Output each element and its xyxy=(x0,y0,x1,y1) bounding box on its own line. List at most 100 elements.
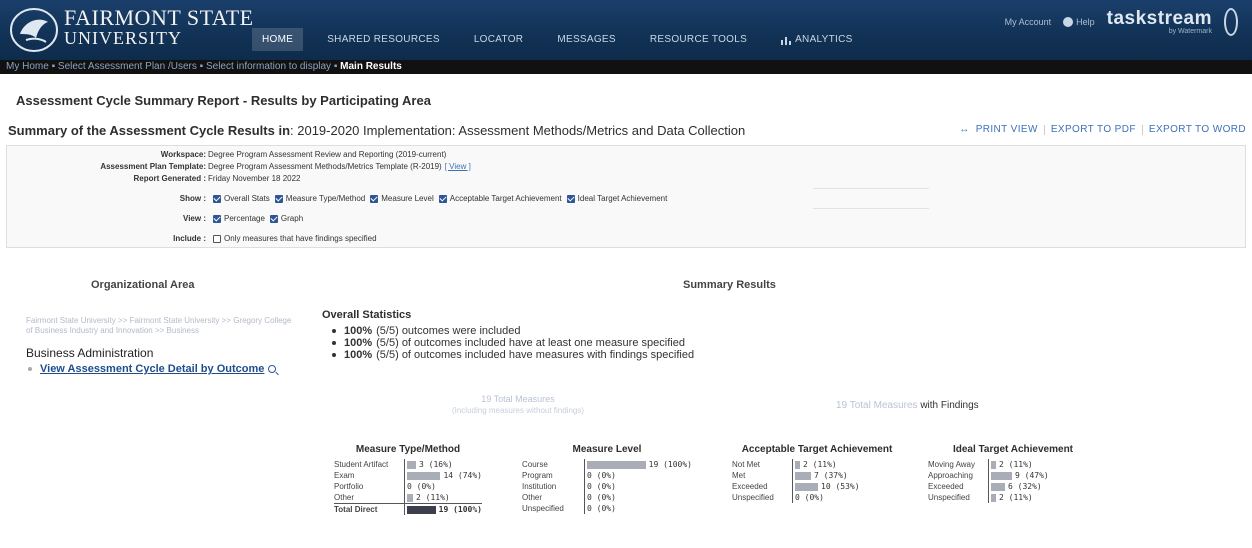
breakdown-cell: 14 (74%) xyxy=(404,470,482,481)
breadcrumb: My Home ▪ Select Assessment Plan /Users … xyxy=(0,60,1252,74)
breakdown-value: 14 (74%) xyxy=(443,471,482,480)
export-pdf-link[interactable]: EXPORT TO PDF xyxy=(1051,124,1136,135)
print-view-link[interactable]: PRINT VIEW xyxy=(976,124,1038,135)
workspace-value: Degree Program Assessment Review and Rep… xyxy=(208,150,447,159)
main-nav: HOME SHARED RESOURCES LOCATOR MESSAGES R… xyxy=(252,28,877,51)
nav-locator[interactable]: LOCATOR xyxy=(464,28,534,51)
breakdown-row-unspecified: Unspecified 0 (0%) xyxy=(522,503,692,514)
view-graph-label: Graph xyxy=(280,214,304,223)
show-acceptable-target-label: Acceptable Target Achievement xyxy=(449,194,562,203)
breakdown-cell: 2 (11%) xyxy=(988,459,1098,470)
include-findings-only-checkbox[interactable] xyxy=(213,234,221,243)
workspace-row: Workspace: Degree Program Assessment Rev… xyxy=(7,150,447,159)
breadcrumb-my-home[interactable]: My Home xyxy=(6,61,49,72)
university-name: FAIRMONT STATE UNIVERSITY xyxy=(64,7,254,49)
view-graph-checkbox[interactable] xyxy=(269,214,278,223)
template-view-link[interactable]: [ View ] xyxy=(445,162,471,171)
breakdown-value: 2 (11%) xyxy=(999,460,1033,469)
breakdown-label: Other xyxy=(334,493,355,502)
template-label: Assessment Plan Template: xyxy=(100,162,206,171)
breakdown-bar xyxy=(795,460,800,469)
brand-name: taskstream xyxy=(1106,7,1212,29)
breakdown-label: Exceeded xyxy=(732,482,768,491)
breakdown-title: Measure Type/Method xyxy=(355,444,461,455)
breakdown-cell: 2 (11%) xyxy=(404,492,482,503)
report-settings-panel: Workspace: Degree Program Assessment Rev… xyxy=(6,145,1246,248)
breakdown-label: Portfolio xyxy=(334,482,364,491)
stat-percent: 100% xyxy=(344,337,373,349)
nav-resource-tools[interactable]: RESOURCE TOOLS xyxy=(640,28,757,51)
generated-value: Friday November 18 2022 xyxy=(208,174,301,183)
breakdown-bar xyxy=(407,471,441,480)
breakdown-row-course: Course 19 (100%) xyxy=(522,459,692,470)
breakdown-bar xyxy=(407,460,416,469)
breakdown-row-student-artifact: Student Artifact 3 (16%) xyxy=(334,459,482,470)
report-actions: ↔ PRINT VIEW EXPORT TO PDF EXPORT TO WOR… xyxy=(959,124,1246,135)
nav-analytics[interactable]: ANALYTICS xyxy=(771,28,863,51)
breakdown-label: Moving Away xyxy=(928,460,975,469)
view-percentage-checkbox[interactable] xyxy=(213,214,221,223)
taskstream-brand: taskstream by Watermark xyxy=(1106,7,1212,35)
print-icon: ↔ xyxy=(959,124,970,135)
view-cycle-detail-link[interactable]: View Assessment Cycle Detail by Outcome xyxy=(28,363,277,375)
show-measure-level-checkbox[interactable] xyxy=(370,194,379,203)
breakdown-label: Not Met xyxy=(732,460,761,469)
breakdown-bar xyxy=(587,460,646,469)
app-header: FAIRMONT STATE UNIVERSITY HOME SHARED RE… xyxy=(0,0,1252,60)
breakdown-cell: 2 (11%) xyxy=(792,459,902,470)
breakdown-bar xyxy=(991,482,1005,491)
breakdown-value: 2 (11%) xyxy=(999,493,1033,502)
show-options: Overall Stats Measure Type/Method Measur… xyxy=(208,194,667,203)
breakdown-value: 0 (0%) xyxy=(407,482,436,491)
breakdown-cell: 9 (47%) xyxy=(988,470,1098,481)
breakdown-label: Other xyxy=(522,493,543,502)
stat-item: 100% (5/5) outcomes were included xyxy=(328,325,694,337)
breakdown-bar xyxy=(795,471,811,480)
breakdown-row-portfolio: Portfolio 0 (0%) xyxy=(334,481,482,492)
breakdown-cell: 10 (53%) xyxy=(792,481,902,492)
nav-shared-resources[interactable]: SHARED RESOURCES xyxy=(317,28,450,51)
page-title: Assessment Cycle Summary Report - Result… xyxy=(16,93,431,108)
help-link[interactable]: Help xyxy=(1063,17,1095,27)
help-label: Help xyxy=(1076,17,1095,27)
show-measure-type-label: Measure Type/Method xyxy=(285,194,366,203)
breakdown-row-total-direct: Total Direct 19 (100%) xyxy=(334,503,482,515)
nav-home[interactable]: HOME xyxy=(252,28,304,51)
view-cycle-detail-label: View Assessment Cycle Detail by Outcome xyxy=(40,363,265,375)
breakdown-label: Unspecified xyxy=(522,504,564,513)
university-logo-icon[interactable] xyxy=(8,4,60,56)
summary-heading-value: : 2019-2020 Implementation: Assessment M… xyxy=(290,123,746,138)
breakdown-row-exceeded: Exceeded 6 (32%) xyxy=(928,481,1098,492)
nav-messages[interactable]: MESSAGES xyxy=(547,28,626,51)
breadcrumb-select-plan[interactable]: Select Assessment Plan /Users xyxy=(58,61,197,72)
template-value-wrap: Degree Program Assessment Methods/Metric… xyxy=(208,162,471,171)
breakdown-bar xyxy=(991,471,1012,480)
stat-item: 100% (5/5) of outcomes included have at l… xyxy=(328,337,694,349)
show-overall-stats-checkbox[interactable] xyxy=(213,194,221,203)
breakdown-label: Total Direct xyxy=(334,505,378,514)
export-word-link[interactable]: EXPORT TO WORD xyxy=(1149,124,1246,135)
generated-row: Report Generated : Friday November 18 20… xyxy=(7,174,301,183)
show-overall-stats-label: Overall Stats xyxy=(224,194,270,203)
breakdown-row-exam: Exam 14 (74%) xyxy=(334,470,482,481)
breakdown-value: 2 (11%) xyxy=(416,493,450,502)
show-acceptable-target-checkbox[interactable] xyxy=(438,194,447,203)
breakdown-cell: 6 (32%) xyxy=(988,481,1098,492)
stat-text: (5/5) of outcomes included have measures… xyxy=(376,349,695,361)
breadcrumb-current: Main Results xyxy=(340,61,402,72)
template-row: Assessment Plan Template: Degree Program… xyxy=(7,162,471,171)
breadcrumb-select-info[interactable]: Select information to display xyxy=(206,61,331,72)
breakdown-label: Course xyxy=(522,460,548,469)
my-account-link[interactable]: My Account xyxy=(1005,17,1052,27)
breakdown-title: Acceptable Target Achievement xyxy=(741,444,893,455)
overall-statistics-list: 100% (5/5) outcomes were included 100% (5/… xyxy=(328,325,694,361)
breakdown-row-institution: Institution 0 (0%) xyxy=(522,481,692,492)
breakdown-cell: 0 (0%) xyxy=(404,481,482,492)
ideal-target-breakdown: Ideal Target Achievement Moving Away 2 (11… xyxy=(928,444,1098,503)
breakdown-cell: 7 (37%) xyxy=(792,470,902,481)
bullet-icon xyxy=(28,367,32,371)
show-measure-type-checkbox[interactable] xyxy=(274,194,283,203)
overall-statistics-title: Overall Statistics xyxy=(322,309,412,321)
breakdown-cell: 0 (0%) xyxy=(584,470,692,481)
show-ideal-target-checkbox[interactable] xyxy=(566,194,575,203)
